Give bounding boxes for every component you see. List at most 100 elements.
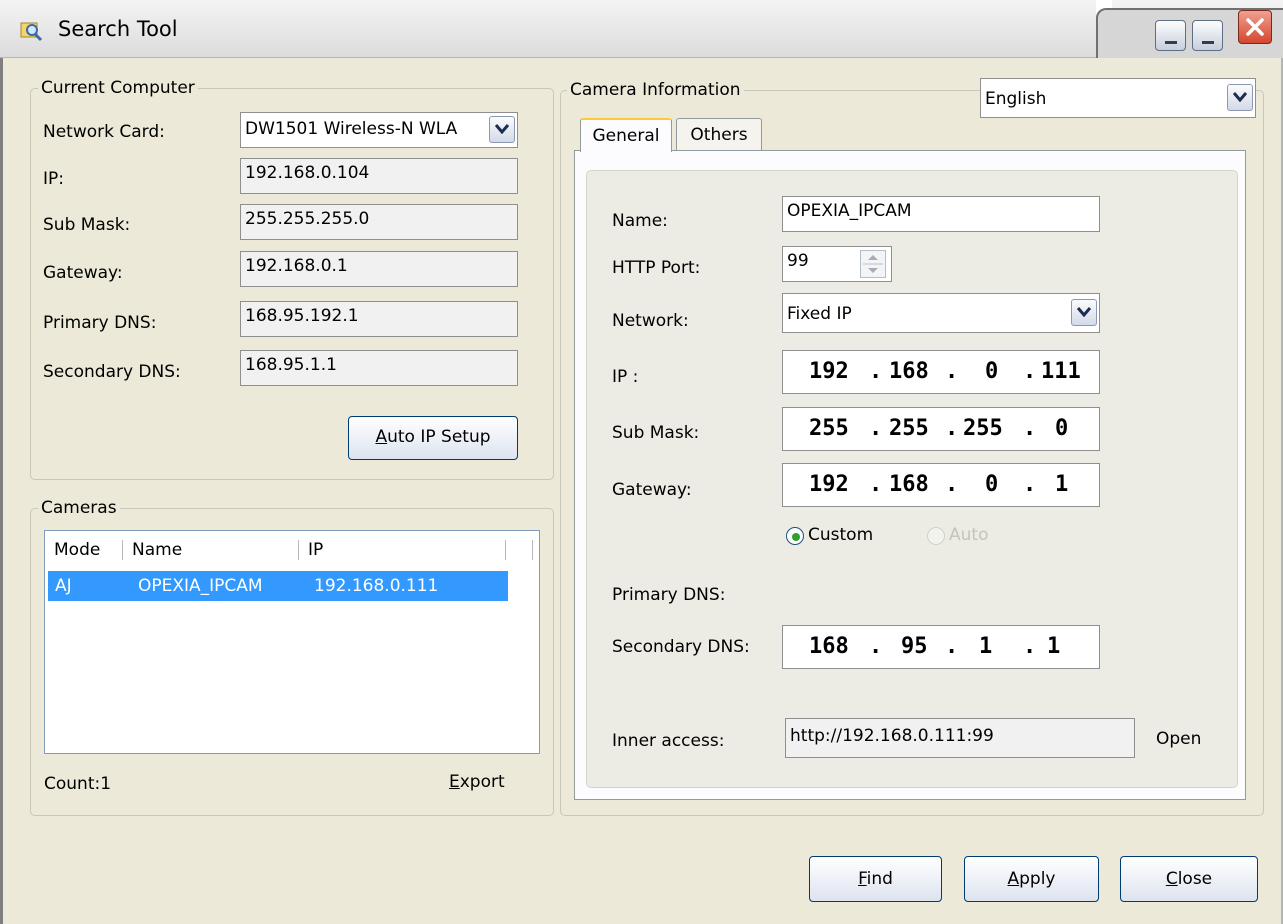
ip-label: IP: [43,169,64,189]
network-mode-value: Fixed IP [787,304,852,324]
language-dropdown-button[interactable] [1227,84,1253,111]
minimize-alt-button[interactable] [1192,20,1223,51]
camera-sub-mask-input[interactable]: 255 . 255 . 255 . 0 [782,407,1100,451]
search-tool-icon [20,22,43,42]
dns-custom-radio[interactable] [786,527,804,545]
column-separator[interactable] [298,540,299,560]
network-mode-select[interactable]: Fixed IP [782,293,1100,333]
camera-ip-input[interactable]: 192 . 168 . 0 . 111 [782,350,1100,394]
ip-dot: . [869,634,883,659]
tab-general[interactable]: General [580,118,672,152]
ip-octet[interactable]: 255 [809,408,849,450]
network-mode-dropdown-button[interactable] [1071,299,1097,326]
close-label: lose [1177,869,1213,889]
column-header-ip[interactable]: IP [308,538,323,562]
apply-button[interactable]: Apply [964,856,1099,902]
ip-octet[interactable]: 1 [1055,464,1068,506]
dns-auto-label: Auto [949,525,989,545]
camera-name-input[interactable]: OPEXIA_IPCAM [782,196,1100,232]
ip-field[interactable]: 192.168.0.104 [240,158,518,194]
network-card-dropdown-button[interactable] [489,116,515,143]
ip-dot: . [869,359,883,384]
apply-mnemonic: A [1007,869,1020,889]
ip-octet[interactable]: 255 [889,408,929,450]
network-card-value: DW1501 Wireless-N WLA [245,119,458,139]
ip-dot: . [1023,359,1037,384]
inner-access-field[interactable]: http://192.168.0.111:99 [785,718,1135,758]
close-window-button[interactable] [1238,10,1272,44]
gateway-field[interactable]: 192.168.0.1 [240,251,518,287]
ip-octet[interactable]: 168 [809,626,849,668]
open-link[interactable]: Open [1156,728,1201,750]
chevron-down-icon [1077,307,1091,317]
camera-secondary-dns-input[interactable]: 168 . 95 . 1 . 1 [782,625,1100,669]
ip-octet[interactable]: 192 [809,351,849,393]
find-mnemonic: F [858,869,867,889]
camera-count: Count:1 [44,773,111,795]
http-port-spin-buttons[interactable] [860,250,886,278]
ip-octet[interactable]: 1 [1047,626,1060,668]
column-separator[interactable] [122,540,123,560]
column-separator[interactable] [532,540,533,560]
cameras-title: Cameras [38,498,120,518]
row-name: OPEXIA_IPCAM [138,576,263,596]
auto-ip-setup-label: uto IP Setup [387,427,491,447]
column-header-mode[interactable]: Mode [54,538,100,562]
network-card-label: Network Card: [43,122,165,142]
row-ip: 192.168.0.111 [314,576,439,596]
camera-secondary-dns-label: Secondary DNS: [612,637,750,657]
dns-auto-radio[interactable] [927,527,945,545]
ip-octet[interactable]: 95 [901,626,928,668]
language-select[interactable]: English [980,78,1256,118]
ip-dot: . [945,634,959,659]
secondary-dns-field[interactable]: 168.95.1.1 [240,350,518,386]
title-bar[interactable] [0,0,1283,58]
minimize-button[interactable] [1155,20,1186,51]
export-link[interactable]: Export [449,771,505,793]
ip-dot: . [1023,634,1037,659]
ip-octet[interactable]: 0 [985,464,998,506]
ip-octet[interactable]: 1 [979,626,992,668]
ip-octet[interactable]: 192 [809,464,849,506]
spin-arrows-icon [863,255,883,273]
window-title: Search Tool [58,17,178,41]
sub-mask-label: Sub Mask: [43,215,131,235]
chevron-down-icon [495,124,509,134]
ip-dot: . [1023,416,1037,441]
close-icon [1246,18,1264,36]
ip-octet[interactable]: 255 [963,408,1003,450]
ip-dot: . [1023,472,1037,497]
ip-octet[interactable]: 168 [889,464,929,506]
camera-information-title: Camera Information [567,80,744,100]
primary-dns-field[interactable]: 168.95.192.1 [240,301,518,337]
ip-octet[interactable]: 0 [1055,408,1068,450]
camera-gateway-label: Gateway: [612,480,692,500]
column-separator[interactable] [505,540,506,560]
auto-ip-setup-button[interactable]: Auto IP Setup [348,416,518,460]
camera-primary-dns-label: Primary DNS: [612,585,726,605]
column-header-name[interactable]: Name [132,538,182,562]
close-mnemonic: C [1165,869,1178,889]
camera-sub-mask-label: Sub Mask: [612,423,700,443]
primary-dns-label: Primary DNS: [43,313,157,333]
auto-ip-setup-mnemonic: A [375,427,388,447]
row-mode: AJ [55,576,72,596]
http-port-value: 99 [787,251,809,271]
find-button[interactable]: Find [809,856,942,902]
chevron-down-icon [1233,92,1247,102]
ip-octet[interactable]: 168 [889,351,929,393]
camera-list[interactable] [44,530,540,754]
find-label: ind [866,869,893,889]
sub-mask-field[interactable]: 255.255.255.0 [240,204,518,240]
inner-access-label: Inner access: [612,731,725,751]
table-row[interactable] [48,571,508,601]
ip-dot: . [869,472,883,497]
network-mode-label: Network: [612,311,689,331]
ip-octet[interactable]: 111 [1041,351,1081,393]
ip-octet[interactable]: 0 [985,351,998,393]
export-label: xport [459,772,505,792]
network-card-select[interactable]: DW1501 Wireless-N WLA [240,112,518,148]
camera-gateway-input[interactable]: 192 . 168 . 0 . 1 [782,463,1100,507]
tab-others[interactable]: Others [676,118,762,150]
close-button[interactable]: Close [1120,856,1258,902]
